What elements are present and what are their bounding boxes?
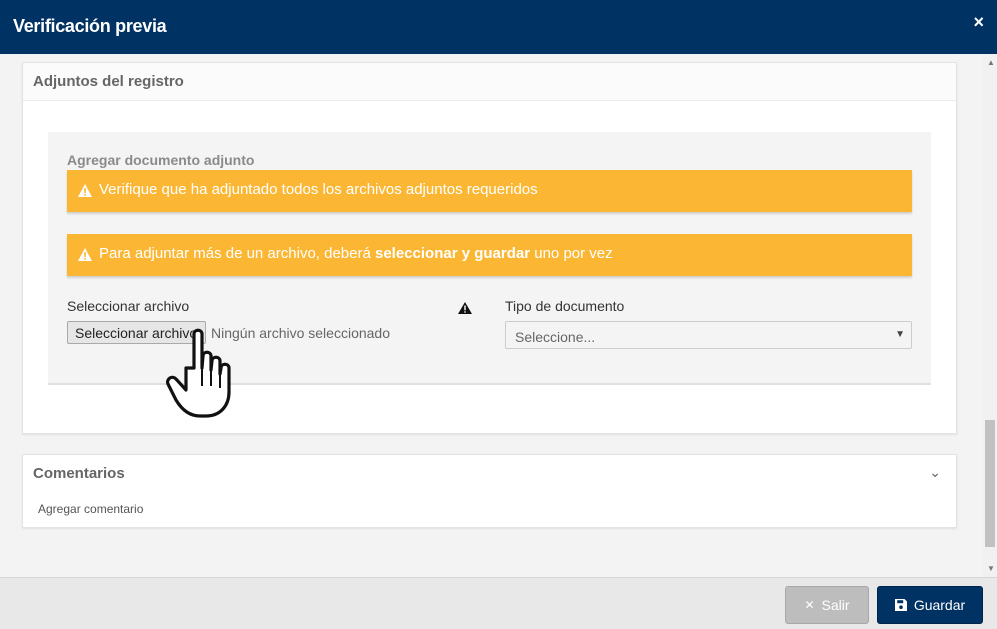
warning-icon (78, 248, 92, 261)
warning-icon (78, 184, 92, 197)
document-type-value: Seleccione... (515, 329, 596, 345)
save-label: Guardar (913, 597, 966, 613)
required-attachments-alert: Verifique que ha adjuntado todos los arc… (67, 170, 912, 212)
scroll-down-icon[interactable]: ▼ (987, 564, 995, 573)
modal-body: Adjuntos del registro Agregar documento … (0, 54, 997, 577)
select-file-button[interactable]: Seleccionar archivo (67, 321, 206, 344)
warning-icon (458, 302, 472, 314)
exit-button[interactable]: ✕ Salir (785, 586, 869, 624)
add-attachment-title: Agregar documento adjunto (67, 152, 255, 168)
attachments-panel-header: Adjuntos del registro (23, 63, 956, 101)
modal-footer: ✕ Salir Guardar (0, 577, 997, 629)
scrollbar-thumb[interactable] (985, 420, 995, 547)
required-attachments-text: Verifique que ha adjuntado todos los arc… (99, 181, 538, 198)
exit-label: Salir (821, 597, 850, 613)
modal-header: Verificación previa × (0, 0, 997, 54)
comments-title: Comentarios (33, 465, 125, 482)
comments-panel: Comentarios ⌄ Agregar comentario (22, 454, 957, 528)
alert-text-part: uno por vez (530, 245, 613, 262)
one-at-a-time-text: Para adjuntar más de un archivo, deberá … (99, 245, 613, 262)
document-type-label: Tipo de documento (505, 298, 625, 314)
one-at-a-time-alert: Para adjuntar más de un archivo, deberá … (67, 234, 912, 276)
chevron-down-icon[interactable]: ⌄ (929, 464, 941, 481)
close-icon: ✕ (804, 598, 815, 612)
save-button[interactable]: Guardar (877, 586, 983, 624)
alert-text-bold: seleccionar y guardar (375, 245, 531, 262)
select-file-label: Seleccionar archivo (67, 298, 190, 314)
attachments-title: Adjuntos del registro (33, 73, 184, 90)
modal-title: Verificación previa (13, 16, 167, 36)
floppy-disk-icon (894, 599, 907, 611)
vertical-scrollbar[interactable]: ▲ ▼ (983, 54, 997, 577)
file-status-text: Ningún archivo seleccionado (211, 325, 390, 341)
alert-text-part: Para adjuntar más de un archivo, deberá (99, 245, 375, 262)
close-icon[interactable]: × (973, 12, 984, 33)
add-comment-link[interactable]: Agregar comentario (38, 502, 143, 516)
document-type-select[interactable]: Seleccione... ▼ (505, 321, 912, 349)
add-attachment-section: Agregar documento adjunto Verifique que … (48, 132, 931, 385)
attachments-panel: Adjuntos del registro Agregar documento … (22, 62, 957, 434)
scroll-up-icon[interactable]: ▲ (987, 58, 995, 67)
caret-down-icon: ▼ (895, 329, 905, 340)
